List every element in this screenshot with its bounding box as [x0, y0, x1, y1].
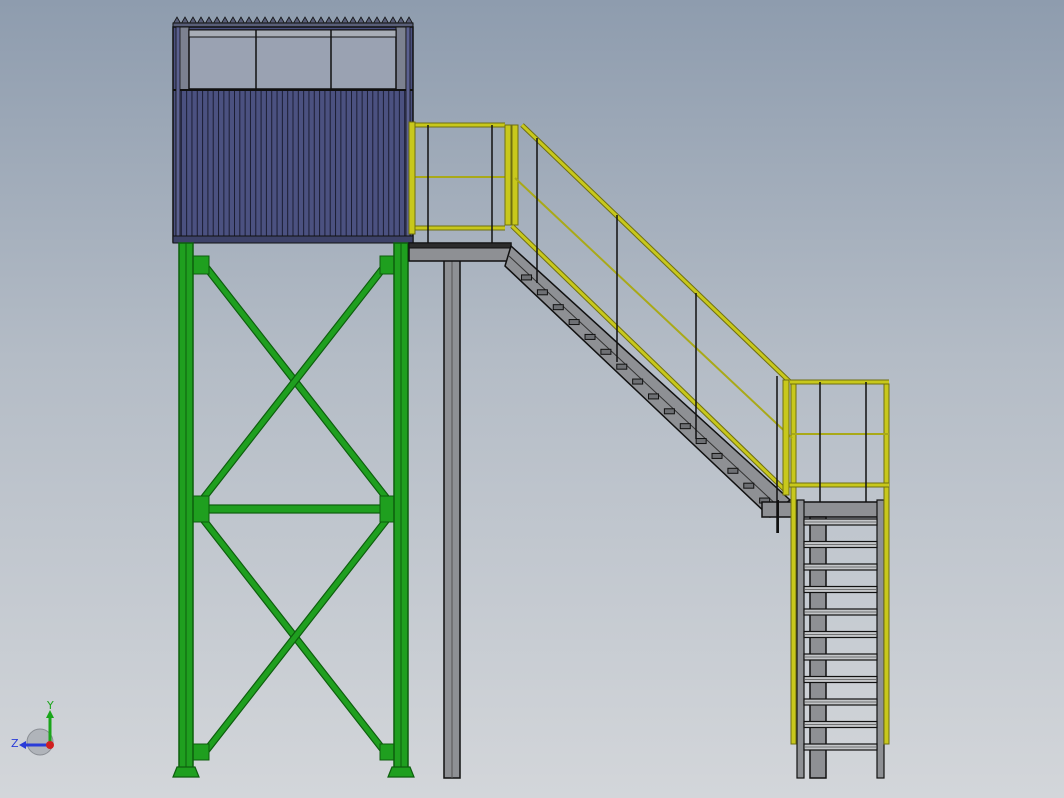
stair-tread	[695, 438, 707, 445]
triad-z-arrow-icon	[19, 741, 26, 749]
tower-base-plate	[172, 766, 200, 778]
stair-tread	[568, 319, 580, 326]
cabin[interactable]	[172, 16, 414, 244]
stair-tread	[552, 304, 564, 311]
cad-viewport[interactable]: Y Z	[0, 0, 1064, 798]
stair-tread	[648, 393, 660, 400]
stair-tread	[663, 408, 675, 415]
ladder-left-rail	[796, 499, 805, 779]
stair-tread	[536, 289, 548, 296]
cabin-left-post	[178, 26, 190, 91]
landing-rail-post	[511, 124, 519, 226]
stair-tread	[727, 467, 739, 474]
cabin-window-top-frame	[188, 29, 397, 38]
stair-tread	[679, 423, 691, 430]
tower-gusset	[192, 743, 210, 761]
cabin-right-post	[395, 26, 407, 91]
cladding-edge	[175, 26, 181, 243]
cabin-window	[188, 29, 397, 90]
cabin-base-beam	[172, 235, 414, 244]
handrails[interactable]	[408, 121, 889, 533]
stair-tread	[616, 363, 628, 370]
stair-tread	[584, 333, 596, 340]
ladder-center-post	[809, 516, 827, 779]
stair-tread	[743, 482, 755, 489]
stair-stringer-edge	[508, 255, 781, 509]
lower-landing-beam	[761, 501, 881, 518]
landing-rail-post	[408, 121, 416, 235]
lower-rail-post	[782, 379, 790, 496]
stair-top-rail	[520, 123, 792, 384]
tower-mid-beam	[194, 504, 396, 514]
tower-gusset	[192, 495, 210, 523]
stair-tread	[600, 348, 612, 355]
ladder-cage-rail-right	[883, 383, 890, 745]
triad-x-axis-dot	[46, 741, 54, 749]
ladder-right-rail	[876, 499, 885, 779]
tower-base-plate	[387, 766, 415, 778]
triad-y-label: Y	[46, 699, 54, 712]
stair-tread	[521, 274, 533, 281]
landing-rail-post	[504, 124, 512, 226]
stair-stringer	[504, 244, 792, 519]
stair-bottom-rail	[510, 224, 789, 494]
landing-deck	[408, 242, 512, 249]
ladder[interactable]	[790, 383, 890, 779]
orientation-triad[interactable]: Y Z	[11, 699, 54, 756]
upper-landing[interactable]	[408, 242, 512, 779]
stair-tread	[632, 378, 644, 385]
triad-z-label: Z	[11, 737, 19, 750]
tower[interactable]	[172, 242, 415, 778]
stair-tread	[711, 452, 723, 459]
tower-gusset	[192, 255, 210, 275]
